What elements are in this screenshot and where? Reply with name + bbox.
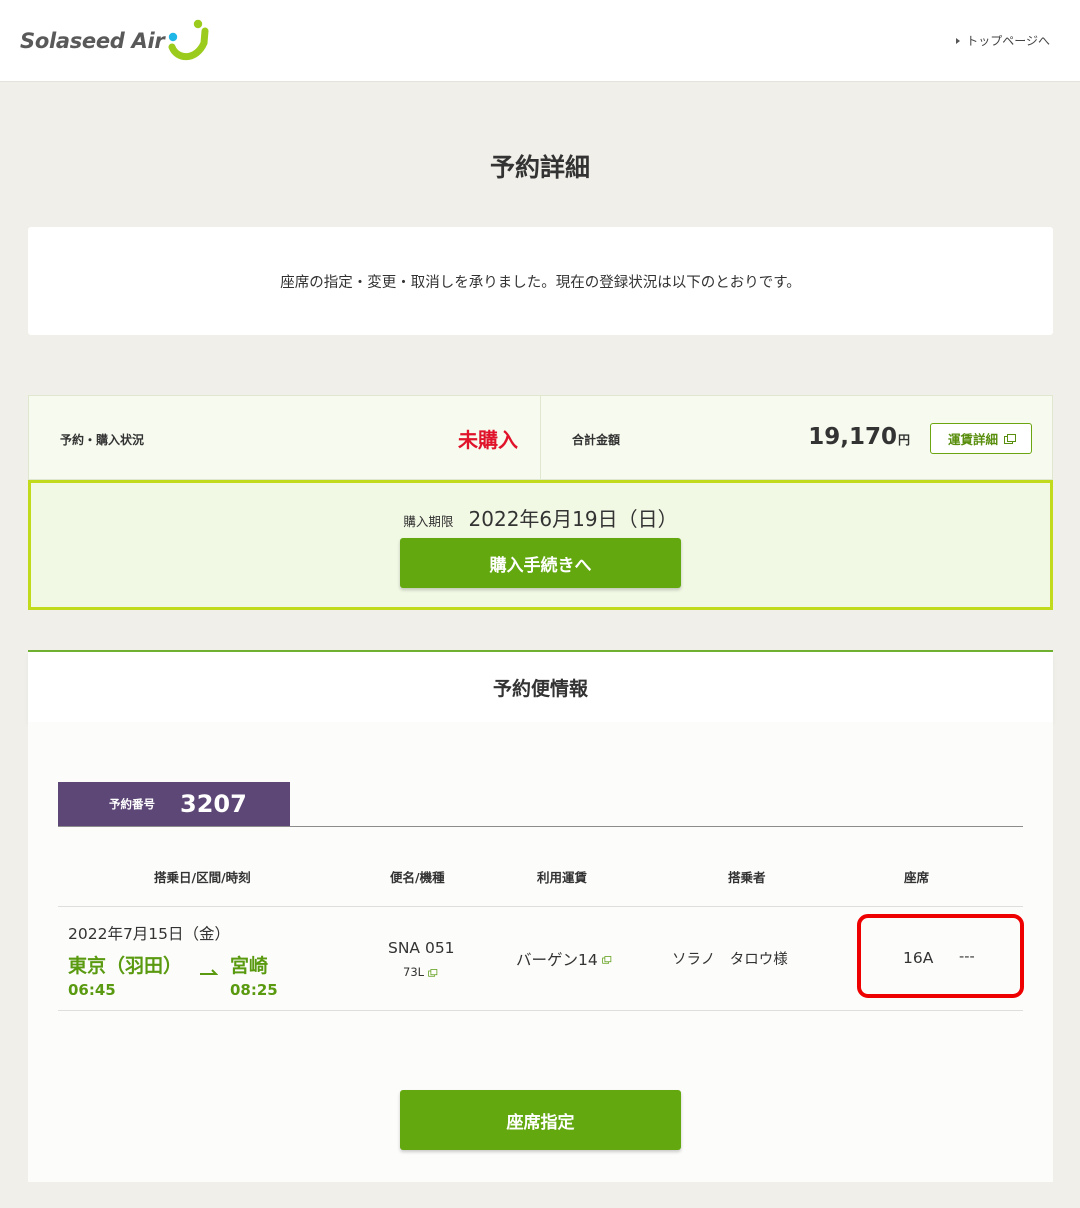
reservation-number-label: 予約番号: [109, 797, 155, 811]
purchase-deadline-box: 購入期限 2022年6月19日（日） 購入手続きへ: [28, 480, 1053, 610]
purchase-button[interactable]: 購入手続きへ: [400, 538, 681, 588]
total-amount-value: 19,170: [808, 424, 897, 450]
flight-info-title: 予約便情報: [28, 652, 1053, 722]
seat-selection-button[interactable]: 座席指定: [400, 1090, 681, 1150]
column-header-seat: 座席: [904, 870, 930, 885]
logo-mark-icon: [168, 19, 209, 61]
origin-airport: 東京（羽田）: [68, 955, 183, 977]
aircraft-type-link[interactable]: 73L: [403, 965, 438, 979]
top-page-link-label: トップページへ: [966, 34, 1050, 48]
fare-type-link[interactable]: バーゲン14: [516, 948, 611, 970]
page-title: 予約詳細: [489, 153, 590, 182]
reservation-number: 3207: [180, 790, 247, 818]
boarding-date: 2022年7月15日（金）: [68, 925, 231, 943]
seat-highlight-annotation: [857, 914, 1024, 998]
fare-detail-button-label: 運賃詳細: [947, 432, 998, 447]
total-amount: 19,170円: [808, 424, 910, 450]
destination-airport: 宮崎: [230, 955, 269, 977]
caret-right-icon: [956, 37, 961, 44]
status-box: 予約・購入状況 未購入 合計金額 19,170円 運賃詳細: [28, 395, 1053, 480]
total-cell: 合計金額 19,170円 運賃詳細: [540, 396, 1052, 479]
purchase-status-cell: 予約・購入状況 未購入: [29, 396, 540, 479]
column-header-date-route: 搭乗日/区間/時刻: [154, 870, 251, 885]
deadline-row: 購入期限 2022年6月19日（日）: [31, 503, 1050, 532]
deadline-label: 購入期限: [403, 514, 454, 529]
column-header-passenger: 搭乗者: [728, 870, 766, 885]
flight-info-body: 予約番号 3207 搭乗日/区間/時刻 便名/機種 利用運賃 搭乗者 座席 20…: [28, 722, 1053, 1182]
logo-text: Solaseed Air: [20, 29, 165, 53]
external-link-icon: [1004, 434, 1016, 444]
column-header-fare: 利用運賃: [537, 870, 588, 885]
table-row-bottom-border: [58, 1010, 1023, 1011]
departure-time: 06:45: [68, 981, 116, 999]
column-header-flight: 便名/機種: [390, 870, 445, 885]
site-header: Solaseed Air トップページへ: [0, 0, 1080, 82]
logo[interactable]: Solaseed Air: [20, 16, 210, 66]
notice-message: 座席の指定・変更・取消しを承りました。現在の登録状況は以下のとおりです。: [28, 227, 1053, 335]
passenger-name: ソラノ タロウ様: [672, 952, 788, 968]
purchase-status-value: 未購入: [458, 428, 518, 452]
fare-type: バーゲン14: [516, 951, 598, 969]
flight-number: SNA 051: [388, 939, 455, 957]
tab-divider: [58, 826, 1023, 827]
fare-detail-button[interactable]: 運賃詳細: [930, 423, 1032, 454]
purchase-status-label: 予約・購入状況: [60, 433, 145, 447]
table-row-top-border: [58, 906, 1023, 907]
arrival-time: 08:25: [230, 981, 278, 999]
deadline-date: 2022年6月19日（日）: [468, 507, 678, 531]
aircraft-type: 73L: [403, 965, 425, 979]
top-page-link[interactable]: トップページへ: [956, 32, 1050, 49]
flight-info-card: 予約便情報 予約番号 3207 搭乗日/区間/時刻 便名/機種 利用運賃 搭乗者…: [28, 650, 1053, 1182]
reservation-number-tab: 予約番号 3207: [58, 782, 290, 826]
external-link-icon: [601, 955, 611, 964]
total-label: 合計金額: [572, 433, 621, 447]
currency-unit: 円: [897, 433, 910, 447]
route-arrow-icon: [200, 969, 218, 975]
external-link-icon: [428, 968, 438, 977]
